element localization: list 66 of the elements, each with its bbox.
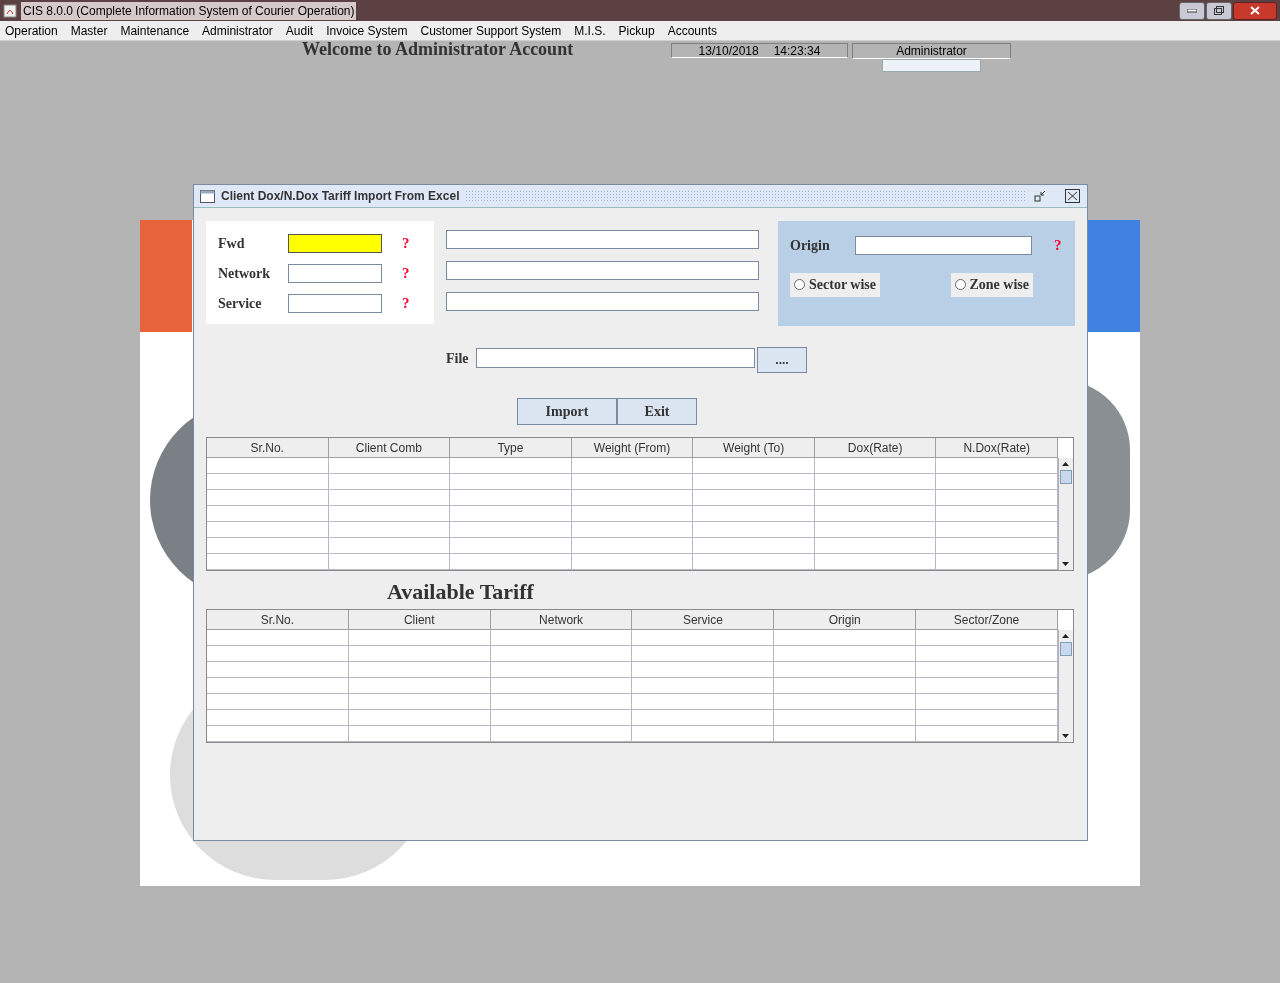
menu-item[interactable]: Accounts [667, 21, 717, 40]
menu-item[interactable]: Customer Support System [420, 21, 562, 40]
menu-item[interactable]: Administrator [202, 21, 273, 40]
field-label: Origin [790, 236, 831, 255]
input-field[interactable] [288, 263, 382, 283]
column-header[interactable]: Dox(Rate) [814, 438, 937, 458]
maximize-button[interactable] [1206, 1, 1232, 20]
window-title: CIS 8.0.0 (Complete Information System of Courier Operation) [21, 1, 357, 20]
restore-icon[interactable] [1033, 189, 1047, 203]
minimize-button[interactable] [1179, 1, 1205, 20]
section-heading: Available Tariff [387, 579, 534, 605]
input-field[interactable] [288, 293, 382, 313]
menu-item[interactable]: Invoice System [326, 21, 408, 40]
description-field[interactable] [446, 230, 759, 249]
menu-item[interactable]: M.I.S. [574, 21, 606, 40]
minimize-icon [1187, 8, 1197, 13]
file-path-field[interactable] [476, 348, 755, 368]
scrollbar[interactable] [1058, 630, 1073, 742]
menu-item[interactable]: Pickup [618, 21, 655, 40]
column-header[interactable]: Sr.No. [207, 438, 329, 458]
radio-button[interactable]: Zone wise [950, 272, 1033, 297]
close-button[interactable] [1233, 1, 1277, 20]
window-icon [200, 189, 215, 203]
close-icon [1250, 6, 1260, 15]
browse-button[interactable]: .... [757, 347, 807, 373]
date-text: 13/10/2018 [698, 44, 759, 57]
scroll-thumb[interactable] [1060, 470, 1072, 484]
column-header[interactable]: Client [348, 610, 491, 630]
column-header[interactable]: Type [450, 438, 572, 458]
field-label: Service [218, 294, 263, 313]
scroll-thumb[interactable] [1060, 642, 1072, 656]
required-mark: ? [1054, 236, 1062, 255]
menu-item[interactable]: Maintenance [120, 21, 190, 40]
column-header[interactable]: Client Comb [328, 438, 451, 458]
radio-button[interactable]: Sector wise [790, 272, 880, 297]
menu-item[interactable]: Master [70, 21, 108, 40]
column-header[interactable]: Sr.No. [207, 610, 349, 630]
menu-item[interactable]: Audit [285, 21, 314, 40]
input-field[interactable] [288, 233, 382, 253]
action-button[interactable]: Import [517, 398, 617, 425]
required-mark: ? [402, 293, 410, 313]
user-display: Administrator [852, 43, 1011, 59]
welcome-heading: Welcome to Administrator Account [302, 40, 575, 58]
field-label: Network [218, 264, 272, 283]
required-mark: ? [402, 233, 410, 253]
column-header[interactable]: Network [490, 610, 633, 630]
file-label: File [446, 349, 470, 368]
menu-item[interactable]: Operation [5, 21, 58, 40]
field-label: Fwd [218, 234, 246, 253]
description-field[interactable] [446, 292, 759, 311]
column-header[interactable]: Weight (To) [693, 438, 815, 458]
input-field[interactable] [855, 235, 1032, 255]
description-field[interactable] [446, 261, 759, 280]
required-mark: ? [402, 263, 410, 283]
column-header[interactable]: N.Dox(Rate) [936, 438, 1059, 458]
column-header[interactable]: Sector/Zone [916, 610, 1058, 630]
time-text: 14:23:34 [773, 44, 821, 57]
restore-icon [1214, 6, 1224, 15]
action-button[interactable]: Exit [617, 398, 697, 425]
column-header[interactable]: Service [632, 610, 775, 630]
close-icon[interactable] [1065, 188, 1081, 204]
app-icon [3, 3, 17, 18]
column-header[interactable]: Origin [774, 610, 917, 630]
scrollbar[interactable] [1058, 458, 1073, 570]
column-header[interactable]: Weight (From) [571, 438, 694, 458]
dialog-title: Client Dox/N.Dox Tariff Import From Excel [221, 188, 460, 205]
